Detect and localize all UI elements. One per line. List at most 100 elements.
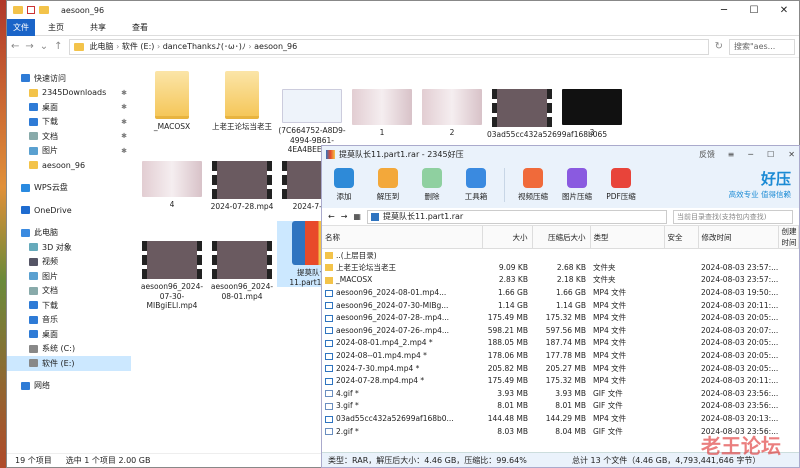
archive-search-input[interactable]: 当前目录查找(支持包内查找) <box>673 209 793 224</box>
pin-icon[interactable]: ✱ <box>121 103 127 111</box>
pdf-compress-button[interactable]: PDF压缩 <box>599 168 643 202</box>
nav-item[interactable]: 图片 ✱ <box>7 144 131 159</box>
table-row[interactable]: aesoon96_2024-07-30-MIBg... 1.14 GB 1.14 G… <box>322 299 799 312</box>
breadcrumb-item[interactable]: 软件 (E:) <box>122 42 155 51</box>
back-icon[interactable]: ← <box>11 41 19 52</box>
address-bar[interactable]: 此电脑 › 软件 (E:) › danceThanks♪(･ω･)ﾉ › aes… <box>68 38 709 55</box>
col-created[interactable]: 创建时间 <box>778 226 799 249</box>
col-name[interactable]: 名称 <box>322 226 483 249</box>
file-tile[interactable]: 03ad55cc432a52699af168b065 <box>487 89 607 140</box>
nav-item[interactable]: 软件 (E:) <box>7 356 131 371</box>
nav-item[interactable]: OneDrive <box>7 203 131 218</box>
refresh-icon[interactable]: ↻ <box>715 41 723 52</box>
video-compress-button[interactable]: 视频压缩 <box>511 168 555 202</box>
nav-item[interactable]: 3D 对象 <box>7 240 131 255</box>
file-tile[interactable]: 2024-07-28.mp4 <box>207 161 277 212</box>
add-button[interactable]: 添加 <box>322 168 366 202</box>
search-input[interactable]: 搜索"aes... <box>729 38 795 55</box>
col-packed-size[interactable]: 压缩后大小 <box>532 226 591 249</box>
pin-icon[interactable]: ✱ <box>121 147 127 155</box>
pin-icon[interactable]: ✱ <box>121 89 127 97</box>
close-icon[interactable]: ✕ <box>788 150 795 159</box>
nav-item[interactable]: 2345Downloads ✱ <box>7 86 131 101</box>
nav-item[interactable]: 下载 <box>7 298 131 313</box>
maximize-icon[interactable]: ☐ <box>739 1 769 19</box>
file-tile[interactable]: 上老王论坛当老王 <box>207 71 277 132</box>
menu-icon[interactable]: ≡ <box>728 150 735 159</box>
minimize-icon[interactable]: ─ <box>709 1 739 19</box>
col-type[interactable]: 类型 <box>590 226 665 249</box>
breadcrumb-item[interactable]: aesoon_96 <box>254 42 297 51</box>
delete-button[interactable]: 删除 <box>410 168 454 202</box>
nav-item[interactable]: WPS云盘 <box>7 181 131 196</box>
tab-share[interactable]: 共享 <box>77 22 119 33</box>
pin-icon[interactable]: ✱ <box>121 132 127 140</box>
file-tile[interactable]: 4 <box>137 161 207 210</box>
row-security <box>664 400 698 413</box>
row-type: MP4 文件 <box>593 363 627 373</box>
col-security[interactable]: 安全 <box>664 226 699 249</box>
nav-item[interactable]: 桌面 <box>7 327 131 342</box>
file-tile[interactable]: 2 <box>417 89 487 138</box>
table-row[interactable]: 2024-7-30.mp4.mp4 * 205.82 MB 205.27 MB MP4… <box>322 362 799 375</box>
table-row[interactable]: _MACOSX 2.83 KB 2.18 KB 文件夹 2024-08-03 23:57… <box>322 274 799 287</box>
table-row[interactable]: aesoon96_2024-08-01.mp4... 1.66 GB 1.66 GB… <box>322 286 799 299</box>
row-modified: 2024-08-03 20:05:... <box>701 351 778 361</box>
table-row[interactable]: 03ad55cc432a52699af168b0... 144.48 MB 144.… <box>322 412 799 425</box>
nav-item[interactable]: 文档 ✱ <box>7 129 131 144</box>
table-row[interactable]: 3.gif * 8.01 MB 8.01 MB GIF 文件 2024-08-03 23… <box>322 400 799 413</box>
breadcrumb-item[interactable]: 此电脑 <box>90 42 114 51</box>
nav-item[interactable]: 音乐 <box>7 313 131 328</box>
nav-item[interactable]: 系统 (C:) <box>7 342 131 357</box>
table-row[interactable]: 2024-08-01.mp4_2.mp4 * 188.05 MB 187.74 MB… <box>322 337 799 350</box>
file-tile[interactable]: 1 <box>347 89 417 138</box>
archive-path[interactable]: 提莫队长11.part1.rar <box>366 209 667 224</box>
image-compress-button[interactable]: 图片压缩 <box>555 168 599 202</box>
tab-file[interactable]: 文件 <box>7 18 35 36</box>
file-tile[interactable]: aesoon96_2024-08-01.mp4 <box>207 241 277 301</box>
tab-home[interactable]: 主页 <box>35 22 77 33</box>
maximize-icon[interactable]: ☐ <box>767 150 774 159</box>
table-row[interactable]: aesoon96_2024-07-26-.mp4... 598.21 MB 597.… <box>322 324 799 337</box>
checkbox-icon[interactable] <box>27 6 35 14</box>
document-icon <box>29 132 38 141</box>
file-tile[interactable]: _MACOSX <box>137 71 207 132</box>
forward-icon[interactable]: → <box>341 212 348 221</box>
row-name: 2024-7-30.mp4.mp4 * <box>322 362 482 375</box>
chevron-down-icon[interactable]: ⌄ <box>40 41 48 52</box>
toolbox-button[interactable]: 工具箱 <box>454 168 498 202</box>
pin-icon[interactable]: ✱ <box>121 118 127 126</box>
file-tile[interactable]: aesoon96_2024-07-30-MIBgiELl.mp4 <box>137 241 207 311</box>
nav-item[interactable]: 图片 <box>7 269 131 284</box>
forward-icon[interactable]: → <box>25 41 33 52</box>
table-row[interactable]: 2024-08--01.mp4.mp4 * 178.06 MB 177.78 MB M… <box>322 349 799 362</box>
grid-view-icon[interactable]: ▦ <box>353 212 361 221</box>
close-icon[interactable]: ✕ <box>769 1 799 19</box>
table-row[interactable]: 2024-07-28.mp4.mp4 * 175.49 MB 175.32 MB MP… <box>322 374 799 387</box>
nav-item-label: 视频 <box>42 257 58 267</box>
table-row[interactable]: ..(上层目录) <box>322 249 799 262</box>
col-size[interactable]: 大小 <box>482 226 533 249</box>
extract-to-button[interactable]: 解压到 <box>366 168 410 202</box>
nav-item[interactable]: 此电脑 <box>7 226 131 241</box>
nav-item[interactable]: 视频 <box>7 255 131 270</box>
breadcrumb-item[interactable]: danceThanks♪(･ω･)ﾉ <box>163 42 246 51</box>
nav-item[interactable]: aesoon_96 <box>7 158 131 173</box>
nav-item[interactable]: 下载 ✱ <box>7 115 131 130</box>
table-row[interactable]: aesoon96_2024-07-28-.mp4... 175.49 MB 175.… <box>322 311 799 324</box>
col-modified[interactable]: 修改时间 <box>698 226 779 249</box>
minimize-icon[interactable]: ─ <box>748 150 753 159</box>
nav-item[interactable]: 网络 <box>7 379 131 394</box>
feedback-link[interactable]: 反馈 <box>699 149 715 160</box>
file-tile[interactable]: 3 <box>557 89 627 138</box>
back-icon[interactable]: ← <box>328 212 335 221</box>
tab-view[interactable]: 查看 <box>119 22 161 33</box>
nav-item[interactable]: 文档 <box>7 284 131 299</box>
up-icon[interactable]: ↑ <box>54 41 62 52</box>
nav-item[interactable]: 桌面 ✱ <box>7 100 131 115</box>
video-icon <box>29 257 38 266</box>
table-row[interactable]: 4.gif * 3.93 MB 3.93 MB GIF 文件 2024-08-03 23… <box>322 387 799 400</box>
nav-item[interactable]: 快速访问 <box>7 71 131 86</box>
table-row[interactable]: 上老王论坛当老王 9.09 KB 2.68 KB 文件夹 2024-08-03 23:5… <box>322 261 799 274</box>
